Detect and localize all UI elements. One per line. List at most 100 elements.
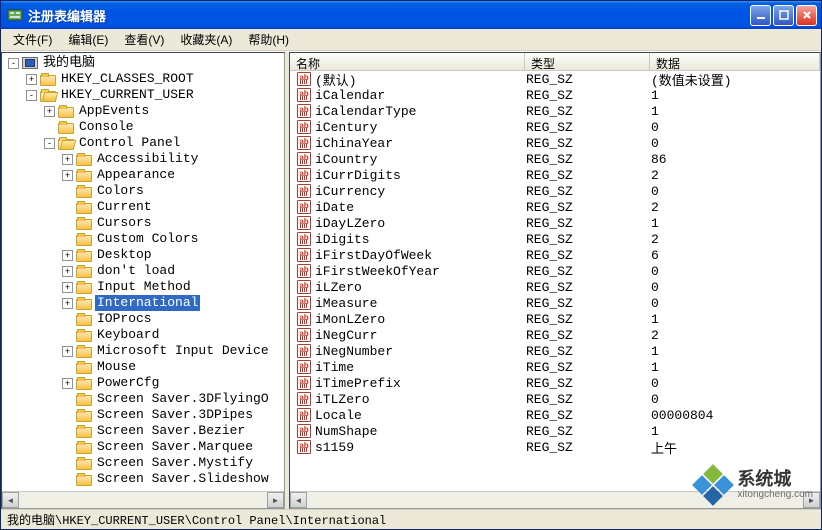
tree-node-label[interactable]: Mouse xyxy=(95,359,138,375)
value-row[interactable]: iCalendarREG_SZ1 xyxy=(290,87,820,103)
tree-node-label[interactable]: Keyboard xyxy=(95,327,161,343)
col-name[interactable]: 名称 xyxy=(290,53,525,70)
tree-node-label[interactable]: Screen Saver.Slideshow xyxy=(95,471,271,487)
menu-favorites[interactable]: 收藏夹(A) xyxy=(172,29,240,50)
tree-node-label[interactable]: HKEY_CURRENT_USER xyxy=(59,87,196,103)
tree-node[interactable]: IOProcs xyxy=(2,311,284,327)
value-row[interactable]: iMonLZeroREG_SZ1 xyxy=(290,311,820,327)
tree-node-label[interactable]: Console xyxy=(77,119,136,135)
value-row[interactable]: LocaleREG_SZ00000804 xyxy=(290,407,820,423)
expand-icon[interactable]: + xyxy=(62,250,73,261)
value-row[interactable]: iTimePrefixREG_SZ0 xyxy=(290,375,820,391)
scroll-left-icon[interactable]: ◄ xyxy=(290,492,307,508)
value-row[interactable]: iNegNumberREG_SZ1 xyxy=(290,343,820,359)
value-row[interactable]: (默认)REG_SZ(数值未设置) xyxy=(290,71,820,87)
value-row[interactable]: iCenturyREG_SZ0 xyxy=(290,119,820,135)
list-hscrollbar[interactable]: ◄ ► xyxy=(290,491,820,508)
registry-tree[interactable]: - 我的电脑 + HKEY_CLASSES_ROOT - HKEY_CURRENT_USE… xyxy=(2,53,284,491)
value-row[interactable]: iNegCurrREG_SZ2 xyxy=(290,327,820,343)
tree-node[interactable]: + Appearance xyxy=(2,167,284,183)
titlebar[interactable]: 注册表编辑器 xyxy=(1,1,821,29)
scroll-left-icon[interactable]: ◄ xyxy=(2,492,19,508)
tree-node-label[interactable]: Microsoft Input Device xyxy=(95,343,271,359)
tree-node[interactable]: Keyboard xyxy=(2,327,284,343)
values-list[interactable]: (默认)REG_SZ(数值未设置)iCalendarREG_SZ1iCalend… xyxy=(290,71,820,491)
value-row[interactable]: iDayLZeroREG_SZ1 xyxy=(290,215,820,231)
value-row[interactable]: s1159REG_SZ上午 xyxy=(290,439,820,455)
tree-node[interactable]: - HKEY_CURRENT_USER xyxy=(2,87,284,103)
value-row[interactable]: iCountryREG_SZ86 xyxy=(290,151,820,167)
menu-view[interactable]: 查看(V) xyxy=(116,29,172,50)
expand-icon[interactable]: + xyxy=(62,170,73,181)
maximize-button[interactable] xyxy=(773,5,794,26)
tree-node[interactable]: Screen Saver.Mystify xyxy=(2,455,284,471)
tree-node-label[interactable]: Cursors xyxy=(95,215,154,231)
tree-node[interactable]: + International xyxy=(2,295,284,311)
tree-node[interactable]: - Control Panel xyxy=(2,135,284,151)
tree-node-label[interactable]: Screen Saver.3DFlyingO xyxy=(95,391,271,407)
tree-node-label[interactable]: HKEY_CLASSES_ROOT xyxy=(59,71,196,87)
tree-node[interactable]: + HKEY_CLASSES_ROOT xyxy=(2,71,284,87)
tree-node[interactable]: Mouse xyxy=(2,359,284,375)
close-button[interactable] xyxy=(796,5,817,26)
collapse-icon[interactable]: - xyxy=(8,58,19,69)
menu-file[interactable]: 文件(F) xyxy=(5,29,60,50)
value-row[interactable]: iCurrDigitsREG_SZ2 xyxy=(290,167,820,183)
tree-node-label[interactable]: Desktop xyxy=(95,247,154,263)
tree-node[interactable]: +Accessibility xyxy=(2,151,284,167)
tree-node-label[interactable]: Accessibility xyxy=(95,151,200,167)
tree-node-label[interactable]: International xyxy=(95,295,200,311)
menu-edit[interactable]: 编辑(E) xyxy=(60,29,116,50)
value-row[interactable]: iFirstWeekOfYearREG_SZ0 xyxy=(290,263,820,279)
tree-node[interactable]: Screen Saver.Slideshow xyxy=(2,471,284,487)
tree-node[interactable]: Cursors xyxy=(2,215,284,231)
expand-icon[interactable]: + xyxy=(62,346,73,357)
tree-node-label[interactable]: Appearance xyxy=(95,167,177,183)
tree-node[interactable]: - 我的电脑 xyxy=(2,55,284,71)
tree-node-label[interactable]: Current xyxy=(95,199,154,215)
tree-node[interactable]: Screen Saver.3DFlyingO xyxy=(2,391,284,407)
value-row[interactable]: iDigitsREG_SZ2 xyxy=(290,231,820,247)
tree-node[interactable]: + AppEvents xyxy=(2,103,284,119)
value-row[interactable]: iTimeREG_SZ1 xyxy=(290,359,820,375)
tree-node[interactable]: Console xyxy=(2,119,284,135)
tree-node-label[interactable]: IOProcs xyxy=(95,311,154,327)
value-row[interactable]: iDateREG_SZ2 xyxy=(290,199,820,215)
menu-help[interactable]: 帮助(H) xyxy=(240,29,297,50)
value-row[interactable]: iTLZeroREG_SZ0 xyxy=(290,391,820,407)
tree-node[interactable]: +Input Method xyxy=(2,279,284,295)
tree-node-label[interactable]: Screen Saver.Mystify xyxy=(95,455,255,471)
scroll-right-icon[interactable]: ► xyxy=(267,492,284,508)
tree-node[interactable]: Screen Saver.Marquee xyxy=(2,439,284,455)
tree-node[interactable]: + Microsoft Input Device xyxy=(2,343,284,359)
tree-node[interactable]: Colors xyxy=(2,183,284,199)
tree-node-label[interactable]: Colors xyxy=(95,183,146,199)
value-row[interactable]: iCurrencyREG_SZ0 xyxy=(290,183,820,199)
tree-node-label[interactable]: Screen Saver.Marquee xyxy=(95,439,255,455)
expand-icon[interactable]: + xyxy=(62,266,73,277)
tree-node[interactable]: Screen Saver.3DPipes xyxy=(2,407,284,423)
tree-node[interactable]: +don't load xyxy=(2,263,284,279)
tree-hscrollbar[interactable]: ◄ ► xyxy=(2,491,284,508)
col-data[interactable]: 数据 xyxy=(650,53,820,70)
expand-icon[interactable]: + xyxy=(62,378,73,389)
scroll-right-icon[interactable]: ► xyxy=(803,492,820,508)
tree-node-label[interactable]: Screen Saver.Bezier xyxy=(95,423,247,439)
tree-node[interactable]: Custom Colors xyxy=(2,231,284,247)
expand-icon[interactable]: + xyxy=(26,74,37,85)
tree-node-label[interactable]: Control Panel xyxy=(77,135,182,151)
value-row[interactable]: iLZeroREG_SZ0 xyxy=(290,279,820,295)
expand-icon[interactable]: + xyxy=(62,298,73,309)
tree-node-label[interactable]: AppEvents xyxy=(77,103,151,119)
list-header[interactable]: 名称 类型 数据 xyxy=(290,53,820,71)
minimize-button[interactable] xyxy=(750,5,771,26)
value-row[interactable]: iChinaYearREG_SZ0 xyxy=(290,135,820,151)
collapse-icon[interactable]: - xyxy=(26,90,37,101)
expand-icon[interactable]: + xyxy=(44,106,55,117)
tree-node-label[interactable]: PowerCfg xyxy=(95,375,161,391)
collapse-icon[interactable]: - xyxy=(44,138,55,149)
value-row[interactable]: iCalendarTypeREG_SZ1 xyxy=(290,103,820,119)
tree-node-label[interactable]: Input Method xyxy=(95,279,193,295)
tree-node-label[interactable]: 我的电脑 xyxy=(41,55,97,71)
col-type[interactable]: 类型 xyxy=(525,53,650,70)
